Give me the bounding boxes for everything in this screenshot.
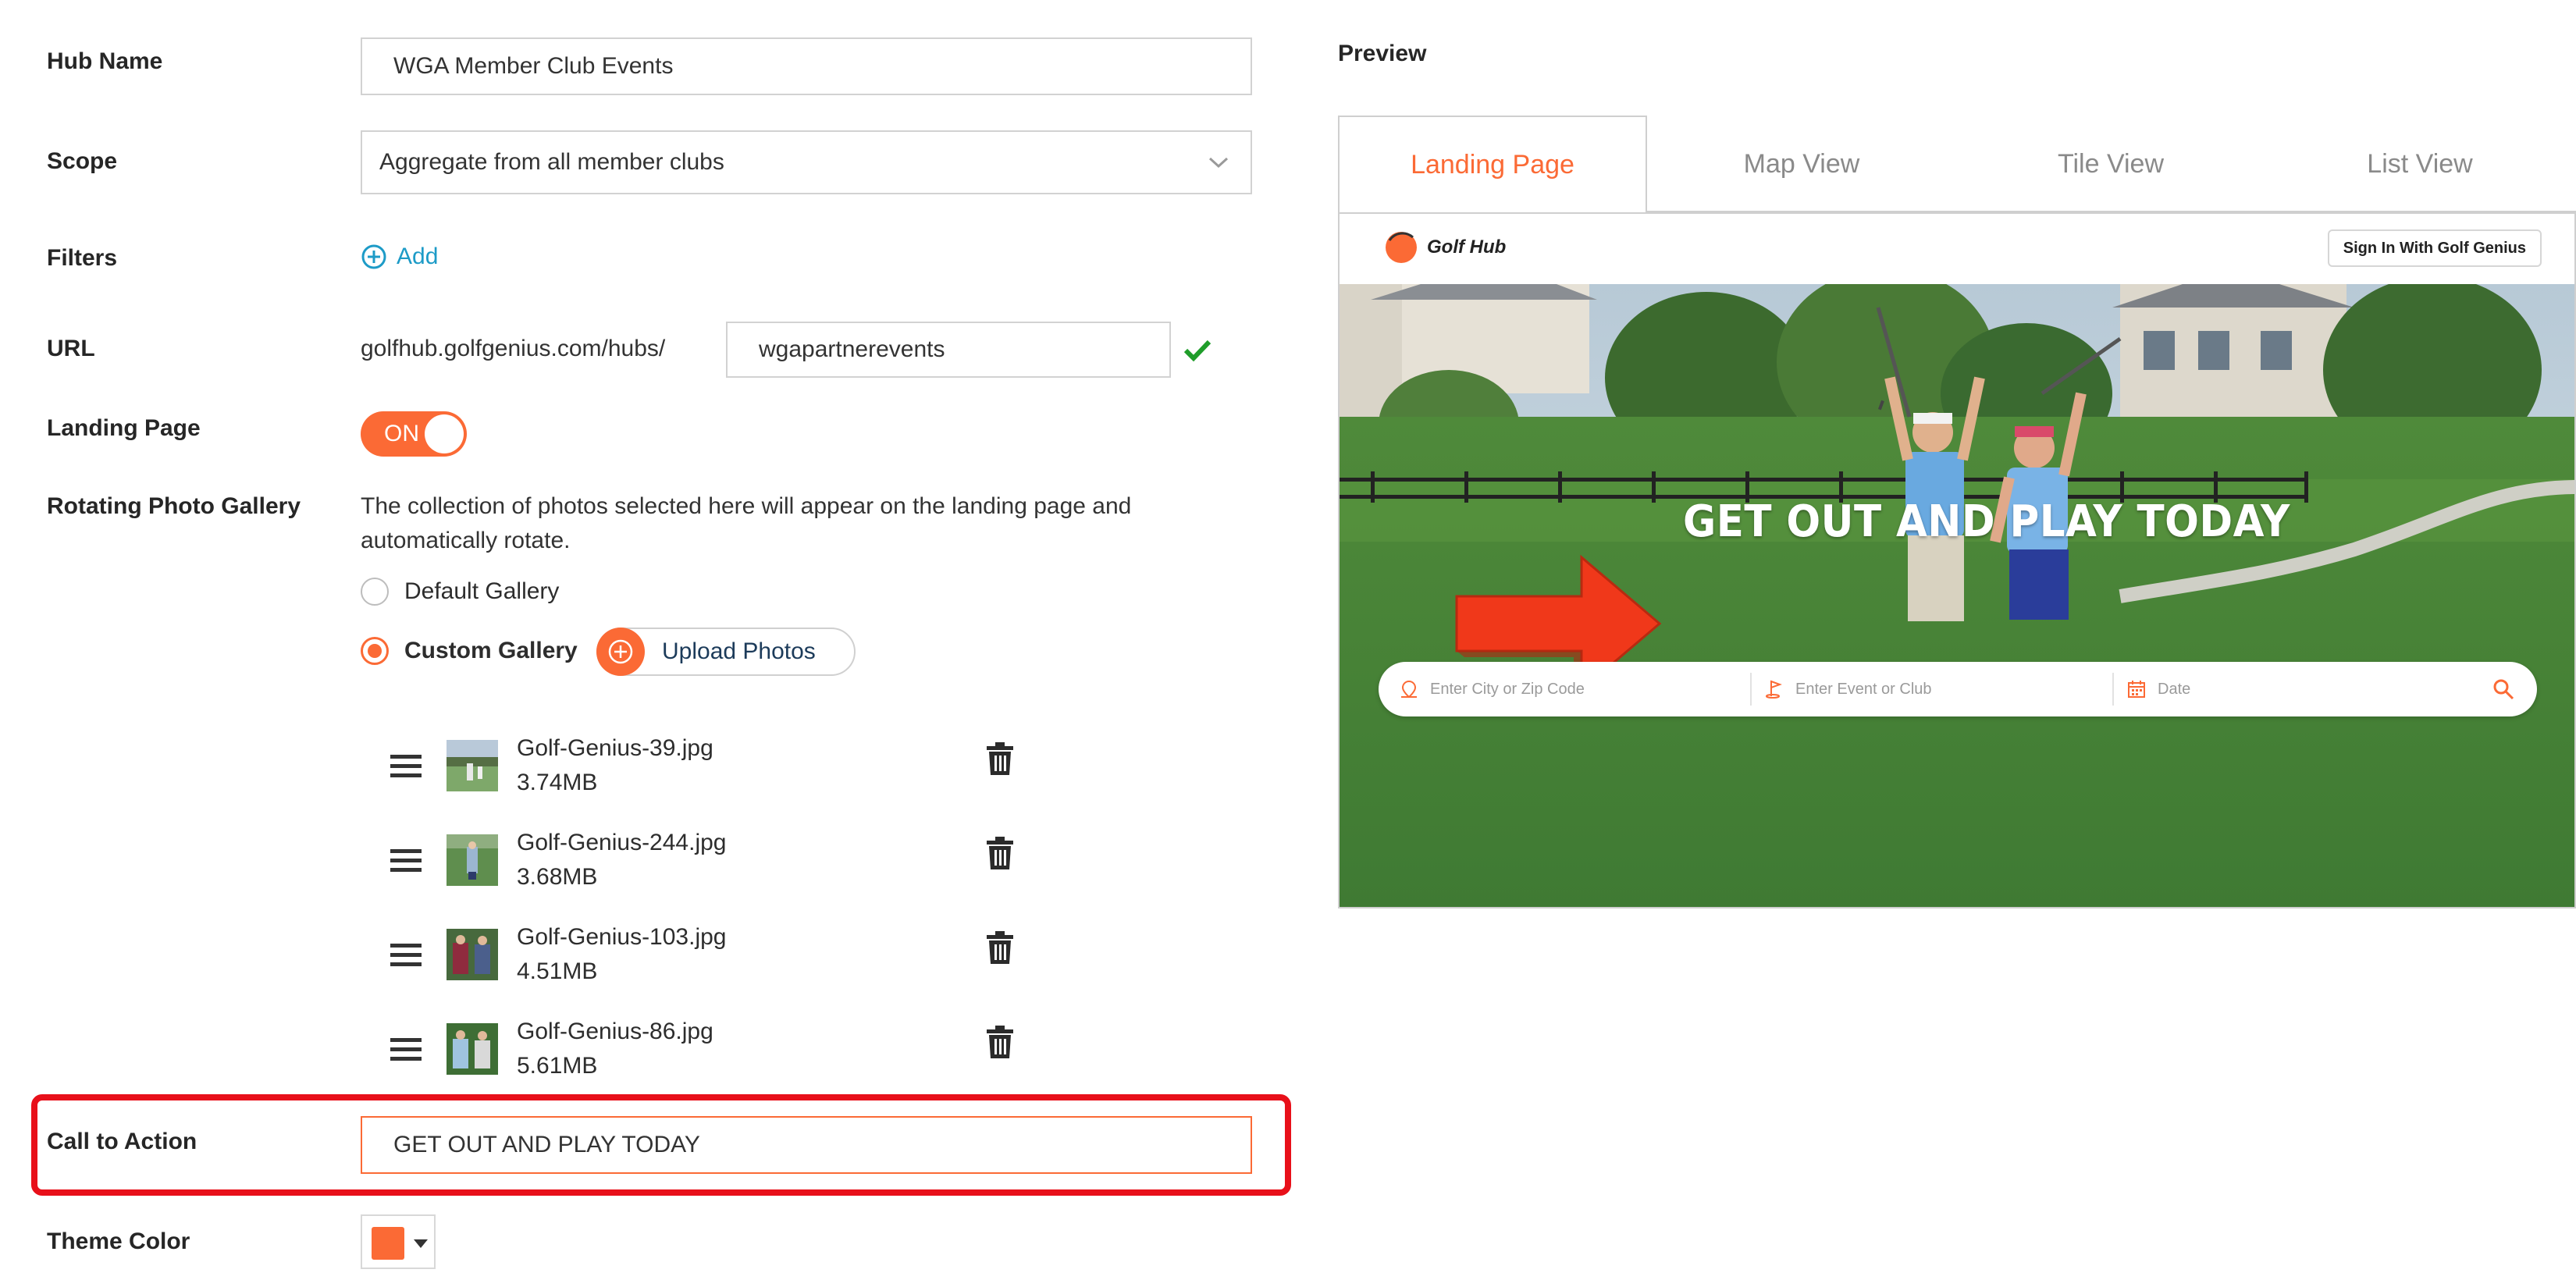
location-pin-icon (1401, 680, 1417, 699)
event-search-bar: Enter City or Zip Code Enter Event or Cl… (1379, 662, 2537, 716)
plus-circle-icon (361, 244, 386, 269)
photo-filesize: 5.61MB (517, 1053, 598, 1079)
trash-icon[interactable] (985, 930, 1015, 965)
photo-thumbnail (447, 929, 498, 980)
hub-name-input[interactable] (361, 37, 1252, 95)
call-to-action-input[interactable] (361, 1116, 1252, 1174)
theme-color-swatch (372, 1227, 404, 1260)
drag-handle-icon[interactable] (390, 942, 422, 969)
trash-icon[interactable] (985, 1025, 1015, 1059)
hero-photo: GET OUT AND PLAY TODAY Enter City or Zip… (1340, 284, 2574, 907)
photo-filename: Golf-Genius-103.jpg (517, 924, 727, 950)
event-club-search[interactable]: Enter Event or Club (1764, 662, 2100, 716)
photo-filename: Golf-Genius-86.jpg (517, 1019, 713, 1044)
default-gallery-label: Default Gallery (404, 578, 560, 604)
plus-circle-icon (596, 628, 645, 676)
tab-landing-page[interactable]: Landing Page (1338, 116, 1647, 212)
scope-label: Scope (47, 148, 118, 174)
preview-title: Preview (1338, 41, 1427, 66)
drag-handle-icon[interactable] (390, 848, 422, 874)
list-item: Golf-Genius-244.jpg 3.68MB (390, 830, 1030, 900)
custom-gallery-label: Custom Gallery (404, 638, 578, 663)
radio-circle-selected (361, 637, 389, 665)
date-placeholder: Date (2158, 680, 2191, 698)
city-zip-placeholder: Enter City or Zip Code (1430, 680, 1585, 698)
date-search[interactable]: Date (2126, 662, 2462, 716)
hub-name-label: Hub Name (47, 48, 163, 74)
photo-thumbnail (447, 740, 498, 791)
preview-call-to-action: GET OUT AND PLAY TODAY (1683, 496, 2290, 547)
golf-hub-logo-icon (1386, 232, 1417, 263)
chevron-down-icon (1208, 157, 1229, 169)
upload-photos-label: Upload Photos (662, 638, 816, 664)
drag-handle-icon[interactable] (390, 753, 422, 780)
sign-in-button[interactable]: Sign In With Golf Genius (2327, 229, 2542, 267)
photo-thumbnail (447, 834, 498, 886)
tab-list-view[interactable]: List View (2265, 116, 2574, 212)
preview-header: Golf Hub Sign In With Golf Genius (1340, 214, 2574, 284)
calendar-icon (2128, 681, 2145, 698)
landing-page-preview: Golf Hub Sign In With Golf Genius GET OU… (1338, 212, 2576, 908)
gallery-description-line1: The collection of photos selected here w… (361, 493, 1132, 519)
photo-filename: Golf-Genius-39.jpg (517, 735, 713, 761)
toggle-knob (425, 414, 464, 453)
filters-label: Filters (47, 245, 118, 271)
preview-tabs: Landing Page Map View Tile View List Vie… (1338, 116, 2576, 212)
golf-flag-icon (1766, 680, 1782, 699)
gallery-label: Rotating Photo Gallery (47, 493, 301, 519)
custom-gallery-radio[interactable]: Custom Gallery (361, 637, 578, 665)
landing-page-toggle[interactable]: ON (361, 411, 467, 457)
radio-circle (361, 578, 389, 606)
city-zip-search[interactable]: Enter City or Zip Code (1399, 662, 1735, 716)
photo-filesize: 4.51MB (517, 958, 598, 984)
add-filter-button[interactable]: Add (361, 244, 438, 270)
search-icon[interactable] (2492, 677, 2515, 701)
caret-down-icon (414, 1239, 428, 1248)
list-item: Golf-Genius-86.jpg 5.61MB (390, 1019, 1030, 1089)
theme-color-label: Theme Color (47, 1228, 190, 1254)
url-label: URL (47, 336, 95, 361)
list-item: Golf-Genius-103.jpg 4.51MB (390, 924, 1030, 994)
search-divider (2112, 673, 2114, 706)
checkmark-icon (1183, 340, 1212, 362)
scope-select[interactable]: Aggregate from all member clubs (361, 130, 1252, 194)
event-club-placeholder: Enter Event or Club (1795, 680, 1932, 698)
tab-tile-view[interactable]: Tile View (1956, 116, 2265, 212)
tab-map-view[interactable]: Map View (1647, 116, 1956, 212)
photo-filesize: 3.74MB (517, 770, 598, 795)
hero-image (1340, 284, 2574, 907)
list-item: Golf-Genius-39.jpg 3.74MB (390, 735, 1030, 805)
drag-handle-icon[interactable] (390, 1036, 422, 1063)
photo-filesize: 3.68MB (517, 864, 598, 890)
default-gallery-radio[interactable]: Default Gallery (361, 578, 559, 606)
upload-photos-button[interactable]: Upload Photos (596, 628, 856, 676)
scope-selected-value: Aggregate from all member clubs (379, 149, 724, 175)
gallery-description-line2: automatically rotate. (361, 528, 571, 553)
photo-filename: Golf-Genius-244.jpg (517, 830, 727, 855)
toggle-state-label: ON (384, 421, 419, 446)
photo-thumbnail (447, 1023, 498, 1075)
trash-icon[interactable] (985, 741, 1015, 776)
trash-icon[interactable] (985, 836, 1015, 870)
golf-hub-logo-text: Golf Hub (1427, 236, 1507, 258)
theme-color-picker[interactable] (361, 1214, 436, 1269)
call-to-action-label: Call to Action (47, 1129, 197, 1154)
url-slug-input[interactable] (726, 322, 1171, 378)
golf-hub-logo: Golf Hub (1383, 229, 1506, 265)
search-divider (1750, 673, 1752, 706)
add-filter-label: Add (397, 244, 439, 269)
url-prefix: golfhub.golfgenius.com/hubs/ (361, 336, 666, 361)
landing-page-label: Landing Page (47, 415, 201, 441)
